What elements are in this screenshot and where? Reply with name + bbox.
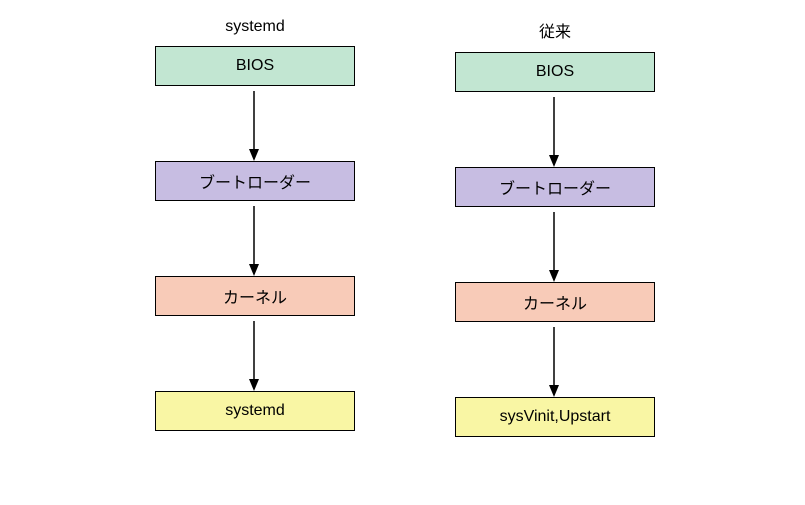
box-kernel-right: カーネル xyxy=(455,282,655,322)
box-bootloader-right: ブートローダー xyxy=(455,167,655,207)
box-kernel-left: カーネル xyxy=(155,276,355,316)
arrow-icon xyxy=(254,321,256,376)
arrow-icon xyxy=(554,327,556,382)
arrow-icon xyxy=(254,206,256,261)
arrow-icon xyxy=(554,97,556,152)
box-init-left: systemd xyxy=(155,391,355,431)
box-init-right: sysVinit,Upstart xyxy=(455,397,655,437)
column-title-left: systemd xyxy=(225,18,285,36)
column-legacy: 従来 BIOS ブートローダー カーネル sysVinit,Upstart xyxy=(455,18,655,437)
box-bios-left: BIOS xyxy=(155,46,355,86)
column-title-right: 従来 xyxy=(539,18,571,42)
arrow-icon xyxy=(254,91,256,146)
box-bios-right: BIOS xyxy=(455,52,655,92)
column-systemd: systemd BIOS ブートローダー カーネル systemd xyxy=(155,18,355,431)
arrow-icon xyxy=(554,212,556,267)
box-bootloader-left: ブートローダー xyxy=(155,161,355,201)
